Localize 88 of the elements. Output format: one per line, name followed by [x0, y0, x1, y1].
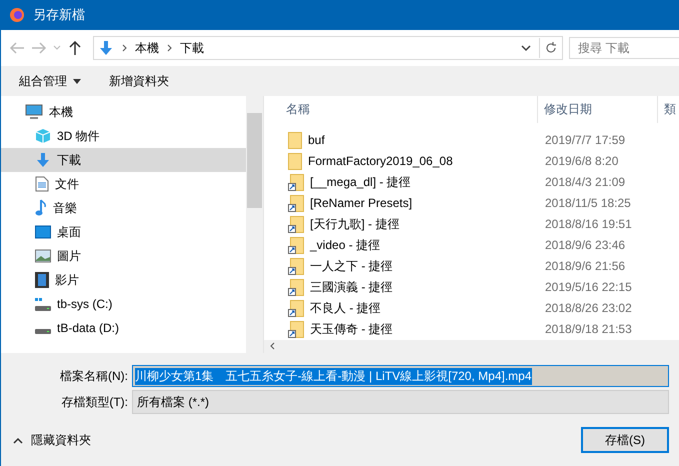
chevron-down-icon[interactable] [521, 44, 531, 52]
date-cell-text: 2018/9/18 21:53 [544, 322, 633, 336]
file-name: _video - 捷徑 [310, 236, 380, 254]
folder-shortcut-icon [288, 236, 304, 254]
file-row[interactable]: [__mega_dl] - 捷徑 2018/4/3 21:09 [264, 172, 679, 193]
filename-field[interactable]: 川柳少女第1集 五七五糸女子-線上看-動漫 | LiTV線上影視[720, Mp4].mp4 [132, 365, 669, 387]
sidebar-item[interactable]: tb-sys (C:) [1, 292, 246, 316]
file-name: FormatFactory2019_06_08 [308, 154, 453, 168]
folder-shortcut-icon [288, 174, 304, 191]
date-cell-text: 2018/11/5 18:25 [544, 196, 632, 210]
sidebar-item[interactable]: 桌面 [1, 220, 246, 244]
address-bar[interactable]: 本機 下載 [93, 36, 563, 60]
sidebar-item[interactable]: 文件 [1, 172, 246, 196]
document-icon [35, 176, 49, 192]
sidebar-item[interactable]: 影片 [1, 268, 246, 292]
sidebar-item[interactable]: 下載 [1, 148, 246, 172]
file-row[interactable]: [ReNamer Presets] 2018/11/5 18:25 [264, 192, 679, 214]
folder-shortcut-icon [288, 300, 304, 317]
date-cell-text: 2018/9/6 21:56 [544, 259, 626, 274]
down-arrow-icon [98, 40, 114, 56]
file-name: [天行九歌] - 捷徑 [310, 216, 400, 233]
date-cell-text: 2018/9/6 23:46 [544, 238, 626, 252]
sidebar-item[interactable]: tB-data (D:) [1, 316, 246, 340]
file-row[interactable]: 天玉傳奇 - 捷徑 2018/9/18 21:53 [264, 318, 679, 340]
chevron-up-icon [13, 436, 23, 444]
sidebar-item[interactable]: 3D 物件 [1, 124, 246, 148]
date-cell-text: 2019/6/8 8:20 [544, 154, 620, 168]
file-name: 三國演義 - 捷徑 [310, 278, 393, 296]
forward-arrow-icon[interactable] [31, 41, 47, 55]
file-row[interactable]: _video - 捷徑 2018/9/6 23:46 [264, 234, 679, 256]
file-row[interactable]: 一人之下 - 捷徑 2018/9/6 21:56 [264, 256, 679, 277]
chevron-right-icon [167, 44, 172, 52]
cube-icon [35, 128, 51, 144]
up-arrow-icon[interactable] [67, 41, 83, 55]
file-name: [__mega_dl] - 捷徑 [310, 174, 411, 191]
date-cell-text: 2019/5/16 22:15 [544, 280, 633, 294]
film-icon [35, 272, 49, 288]
filename-label: 檔案名稱(N): [59, 368, 129, 384]
new-folder-button[interactable]: 新增資料夾 [109, 72, 169, 90]
folder-shortcut-icon [288, 194, 304, 212]
down-arrow-icon [35, 152, 51, 168]
folder-shortcut-icon [288, 278, 304, 296]
file-row[interactable]: [天行九歌] - 捷徑 2018/8/16 19:51 [264, 214, 679, 235]
picture-icon [35, 249, 51, 263]
drive-icon [35, 298, 51, 310]
desktop-icon [35, 225, 51, 239]
column-header[interactable]: 名稱 [264, 96, 538, 123]
file-type-dropdown[interactable]: 所有檔案 (*.*) [132, 390, 669, 414]
column-header[interactable]: 修改日期 [538, 96, 658, 123]
folder-shortcut-icon [288, 258, 304, 275]
column-header[interactable]: 類 [658, 96, 679, 123]
drive-icon [35, 328, 51, 334]
date-cell-text: 2019/7/7 17:59 [544, 133, 626, 148]
date-cell-text: 2018/8/16 19:51 [544, 217, 633, 232]
save-button[interactable]: 存檔(S) [581, 427, 669, 453]
file-name: 天玉傳奇 - 捷徑 [310, 320, 393, 338]
search-field[interactable]: 搜尋 下載 [569, 37, 679, 59]
breadcrumb[interactable]: 下載 [180, 40, 204, 56]
sidebar-item[interactable]: 本機 [1, 100, 246, 124]
date-cell-text: 2018/4/3 21:09 [544, 175, 626, 190]
file-name: buf [308, 133, 325, 148]
sidebar-item[interactable]: 圖片 [1, 244, 246, 268]
hide-folders-button[interactable]: 隱藏資料夾 [13, 432, 91, 448]
file-row[interactable]: 三國演義 - 捷徑 2019/5/16 22:15 [264, 276, 679, 298]
file-name: [ReNamer Presets] [310, 196, 412, 210]
organize-button[interactable]: 組合管理 [19, 72, 81, 90]
window-title: 另存新檔 [33, 6, 85, 24]
caret-icon [73, 78, 81, 84]
folder-shortcut-icon [288, 216, 304, 233]
file-type-label: 存檔類型(T): [60, 394, 129, 410]
file-row[interactable]: 不良人 - 捷徑 2018/8/26 23:02 [264, 298, 679, 319]
file-name: 一人之下 - 捷徑 [310, 258, 393, 275]
breadcrumb[interactable]: 本機 [135, 40, 159, 56]
folder-shortcut-icon [288, 320, 304, 338]
computer-icon [25, 104, 43, 120]
file-name: 不良人 - 捷徑 [310, 300, 381, 317]
sidebar-item[interactable]: 音樂 [1, 196, 246, 220]
chevron-right-icon [122, 44, 127, 52]
chevron-left-icon[interactable] [270, 342, 275, 350]
app-logo-icon [9, 7, 25, 23]
horizontal-scrollbar[interactable] [264, 340, 679, 353]
folder-icon [288, 152, 302, 170]
date-cell-text: 2018/8/26 23:02 [544, 301, 633, 316]
folder-icon [288, 132, 302, 149]
music-note-icon [35, 199, 47, 217]
file-row[interactable]: buf 2019/7/7 17:59 [264, 130, 679, 151]
file-row[interactable]: FormatFactory2019_06_08 2019/6/8 8:20 [264, 150, 679, 172]
back-arrow-icon[interactable] [9, 41, 25, 55]
